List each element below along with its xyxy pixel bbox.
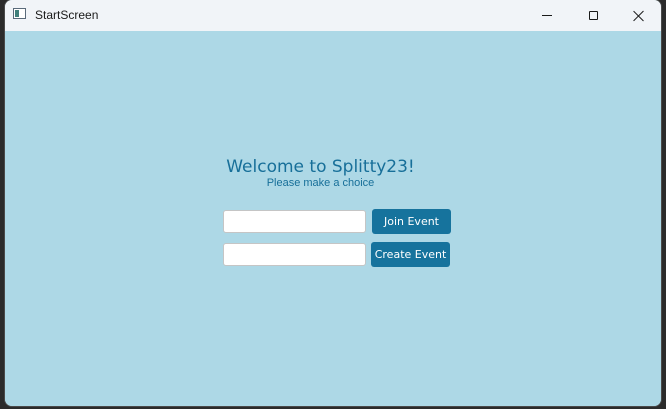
welcome-heading: Welcome to Splitty23! <box>226 157 415 177</box>
join-event-input[interactable] <box>223 210 366 233</box>
start-screen-content: Welcome to Splitty23! Please make a choi… <box>5 31 661 406</box>
choice-subtitle: Please make a choice <box>266 177 375 189</box>
maximize-button[interactable] <box>570 0 616 31</box>
window-title: StartScreen <box>35 8 99 22</box>
create-event-input[interactable] <box>223 243 366 266</box>
maximize-icon <box>588 11 598 20</box>
create-event-button[interactable]: Create Event <box>371 242 450 267</box>
join-event-button[interactable]: Join Event <box>372 209 451 234</box>
close-button[interactable] <box>616 0 661 31</box>
app-window-icon <box>13 8 26 19</box>
close-icon <box>633 10 645 22</box>
minimize-icon <box>542 15 552 16</box>
minimize-button[interactable] <box>524 0 570 31</box>
app-window: StartScreen Welcome to Splitty23! Please… <box>5 0 661 406</box>
title-bar[interactable]: StartScreen <box>5 0 661 31</box>
